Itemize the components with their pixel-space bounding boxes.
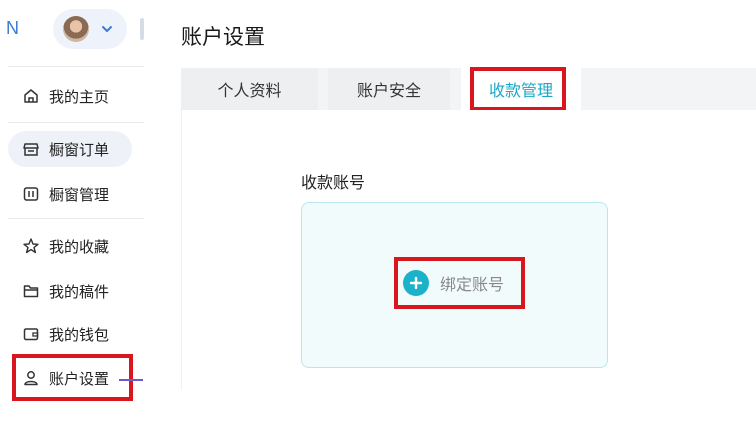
brand-letter: N — [6, 18, 19, 38]
sidebar-item-label: 橱窗管理 — [49, 185, 110, 204]
bind-account-label: 绑定账号 — [440, 275, 505, 294]
folder-icon — [23, 285, 39, 298]
bind-account-button[interactable]: 绑定账号 — [394, 257, 525, 309]
sidebar-item-label: 我的主页 — [49, 87, 110, 106]
divider — [8, 218, 144, 219]
sidebar-item-label: 我的稿件 — [49, 282, 110, 301]
storefront-icon — [23, 143, 39, 156]
sidebar-item-label: 我的收藏 — [49, 237, 110, 256]
star-icon — [23, 238, 39, 254]
sidebar-item-manage[interactable]: 橱窗管理 — [8, 176, 109, 212]
wallet-icon — [23, 328, 39, 341]
divider — [8, 122, 144, 123]
plus-icon — [403, 270, 429, 296]
home-icon — [24, 89, 38, 103]
tab-security[interactable]: 账户安全 — [328, 68, 450, 110]
sidebar-item-orders[interactable]: 橱窗订单 — [8, 131, 132, 167]
sidebar-item-wallet[interactable]: 我的钱包 — [8, 316, 109, 352]
section-label: 收款账号 — [301, 173, 366, 192]
annotation-arrow — [119, 379, 143, 381]
sidebar-item-favorites[interactable]: 我的收藏 — [8, 228, 109, 264]
annotation-highlight-payment-tab — [470, 67, 566, 111]
sidebar-item-manuscripts[interactable]: 我的稿件 — [8, 273, 109, 309]
user-menu[interactable] — [53, 9, 127, 49]
sidebar-item-label: 橱窗订单 — [49, 140, 110, 159]
avatar[interactable] — [63, 16, 89, 42]
tab-profile[interactable]: 个人资料 — [181, 68, 318, 110]
sidebar-item-home[interactable]: 我的主页 — [8, 78, 109, 114]
page-title: 账户设置 — [181, 25, 265, 49]
sidebar-edge — [140, 18, 144, 40]
manage-icon — [23, 187, 39, 201]
annotation-highlight-account-settings — [12, 354, 133, 401]
chevron-down-icon[interactable] — [98, 20, 116, 38]
divider — [8, 66, 144, 67]
sidebar-item-label: 我的钱包 — [49, 325, 110, 344]
